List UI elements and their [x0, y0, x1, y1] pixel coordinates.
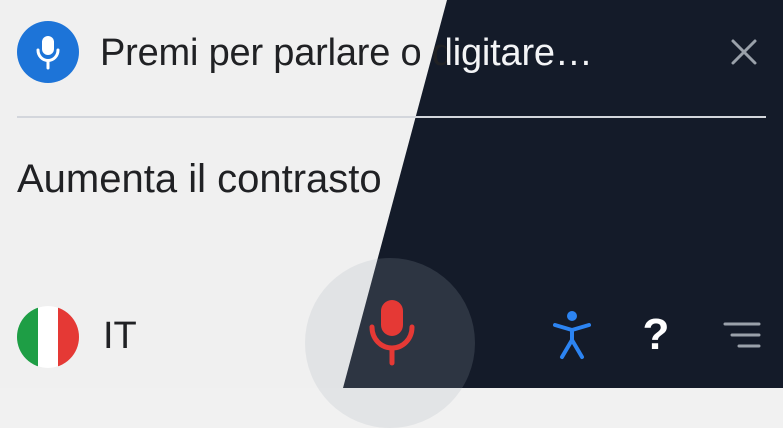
flag-white-stripe — [37, 306, 59, 368]
menu-button[interactable] — [718, 315, 766, 355]
accessibility-button[interactable] — [545, 306, 599, 364]
help-icon: ? — [642, 310, 670, 359]
flag-red-stripe — [58, 306, 79, 368]
recognized-command: Aumenta il contrasto Aumenta il contrast… — [17, 150, 537, 208]
voice-badge-button[interactable] — [17, 21, 79, 83]
header-divider — [17, 116, 766, 118]
language-label[interactable]: IT — [103, 311, 137, 361]
accessibility-icon — [553, 311, 591, 359]
flag-green-stripe — [17, 306, 38, 368]
menu-icon — [723, 322, 761, 348]
voice-search-input[interactable]: Premi per parlare o digitare… Premi per … — [100, 24, 690, 82]
microphone-icon — [36, 36, 60, 70]
voice-command-panel: Premi per parlare o digitare… Premi per … — [0, 0, 783, 428]
command-text-dark: Aumenta il contrasto — [17, 157, 382, 201]
microphone-icon — [369, 300, 415, 366]
record-button[interactable] — [357, 294, 427, 370]
close-icon — [731, 39, 757, 65]
italy-flag-icon[interactable] — [17, 306, 79, 368]
help-button[interactable]: ? — [635, 306, 677, 364]
close-button[interactable] — [723, 31, 765, 73]
